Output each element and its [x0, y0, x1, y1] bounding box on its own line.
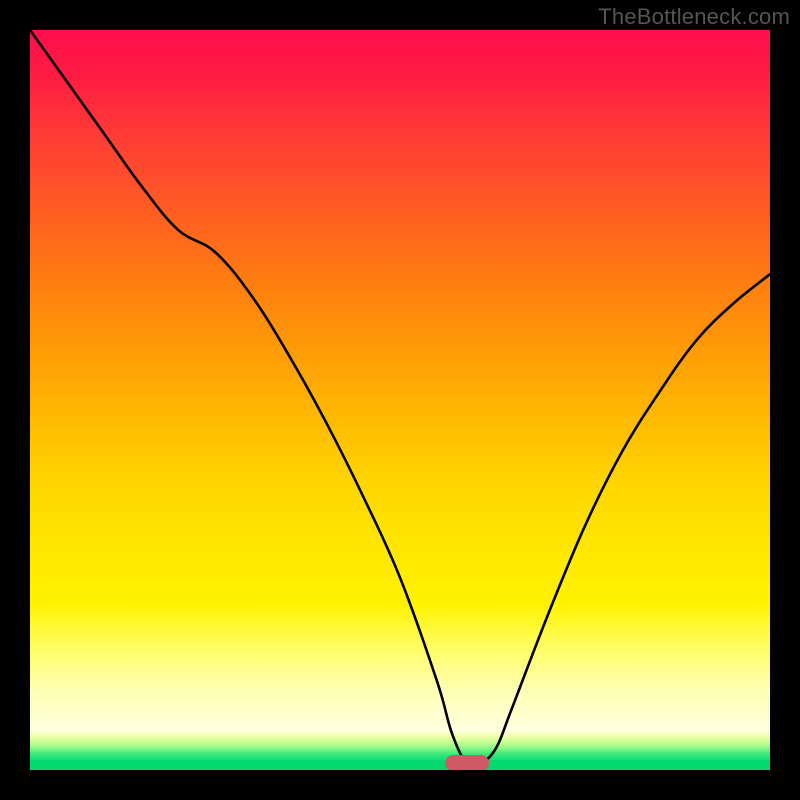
plot-area: [30, 30, 770, 770]
watermark-text: TheBottleneck.com: [598, 4, 790, 30]
bottleneck-curve: [30, 30, 770, 770]
optimum-marker: [445, 755, 489, 770]
chart-frame: TheBottleneck.com: [0, 0, 800, 800]
